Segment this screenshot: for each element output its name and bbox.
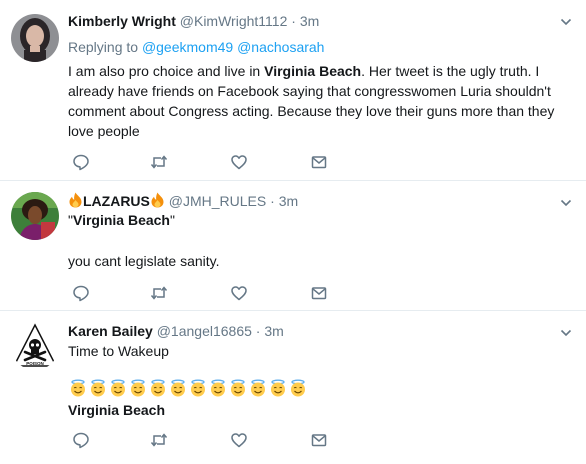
mention-link[interactable]: @geekmom49 [142,39,233,55]
smiling-face-with-halo-icon [171,379,185,397]
hashtag-bold-text: Virginia Beach [264,63,362,79]
retweet-icon[interactable] [150,284,168,302]
envelope-icon[interactable] [310,431,328,449]
heart-icon[interactable] [230,431,248,449]
tweet-text: I am also pro choice and live in Virgini… [68,61,573,141]
reply-icon[interactable] [72,284,90,302]
smiling-face-with-halo-icon [71,379,85,397]
separator-dot: · [255,323,261,339]
tweet-actions [72,431,332,449]
user-handle[interactable]: @KimWright1112 [180,13,288,29]
smiling-face-with-halo-icon [151,379,165,397]
smiling-face-with-halo-icon [231,379,245,397]
smiling-face-with-halo-icon [211,379,225,397]
reply-icon[interactable] [72,431,90,449]
replying-to-label: Replying to [68,39,139,55]
quote-mark: " [170,212,175,228]
tweet-lazarus[interactable]: LAZARUS @JMH_RULES · 3m "Virginia Beach"… [0,181,586,311]
hashtag-bold-text: Virginia Beach [72,212,170,228]
avatar[interactable] [11,192,59,240]
smiling-face-with-halo-icon [91,379,105,397]
display-name[interactable]: Karen Bailey [68,323,153,339]
retweet-icon[interactable] [150,431,168,449]
chevron-down-icon[interactable] [560,197,572,209]
replying-to: Replying to @geekmom49 @nachosarah [68,38,324,56]
display-name[interactable]: Kimberly Wright [68,13,176,29]
tweet-actions [72,284,332,302]
smiling-face-with-halo-icon [271,379,285,397]
avatar[interactable] [11,14,59,62]
tweet-text: you cant legislate sanity. [68,253,220,269]
reply-icon[interactable] [72,153,90,171]
mention-link[interactable]: @nachosarah [237,39,324,55]
envelope-icon[interactable] [310,153,328,171]
smiling-face-with-halo-icon [251,379,265,397]
smiling-face-with-halo-icon [131,379,145,397]
timestamp[interactable]: 3m [279,193,298,209]
poison-skull-avatar: POISON [11,322,59,370]
display-name[interactable]: LAZARUS [83,193,150,209]
colorful-portrait-avatar [11,192,59,240]
tweet-header: Kimberly Wright @KimWright1112 · 3m [68,12,319,30]
tweet-header: Karen Bailey @1angel16865 · 3m [68,322,284,340]
chevron-down-icon[interactable] [560,327,572,339]
timestamp[interactable]: 3m [300,13,319,29]
smiling-face-with-halo-icon [291,379,305,397]
fire-icon [69,192,82,208]
avatar[interactable]: POISON [11,322,59,370]
tweet-actions [72,153,332,171]
separator-dot: · [291,13,296,29]
quote-text: "Virginia Beach" [68,210,573,230]
tweet-kimberly-wright[interactable]: Kimberly Wright @KimWright1112 · 3m Repl… [0,0,586,181]
user-handle[interactable]: @JMH_RULES [169,193,266,209]
timestamp[interactable]: 3m [264,323,283,339]
tweet-text-part: I am also pro choice and live in [68,63,265,79]
emoji-row [69,379,307,399]
tweet-text: Time to Wakeup [68,343,169,359]
heart-icon[interactable] [230,153,248,171]
separator-dot: · [270,193,275,209]
fire-icon [151,192,164,208]
woman-portrait-avatar [11,14,59,62]
smiling-face-with-halo-icon [111,379,125,397]
hashtag-bold-text: Virginia Beach [68,402,166,418]
envelope-icon[interactable] [310,284,328,302]
retweet-icon[interactable] [150,153,168,171]
tweet-header: LAZARUS @JMH_RULES · 3m [68,192,298,210]
chevron-down-icon[interactable] [560,16,572,28]
heart-icon[interactable] [230,284,248,302]
user-handle[interactable]: @1angel16865 [157,323,252,339]
smiling-face-with-halo-icon [191,379,205,397]
poison-label: POISON [26,361,44,366]
tweet-karen-bailey[interactable]: POISON Karen Bailey @1angel16865 · 3m Ti… [0,311,586,464]
